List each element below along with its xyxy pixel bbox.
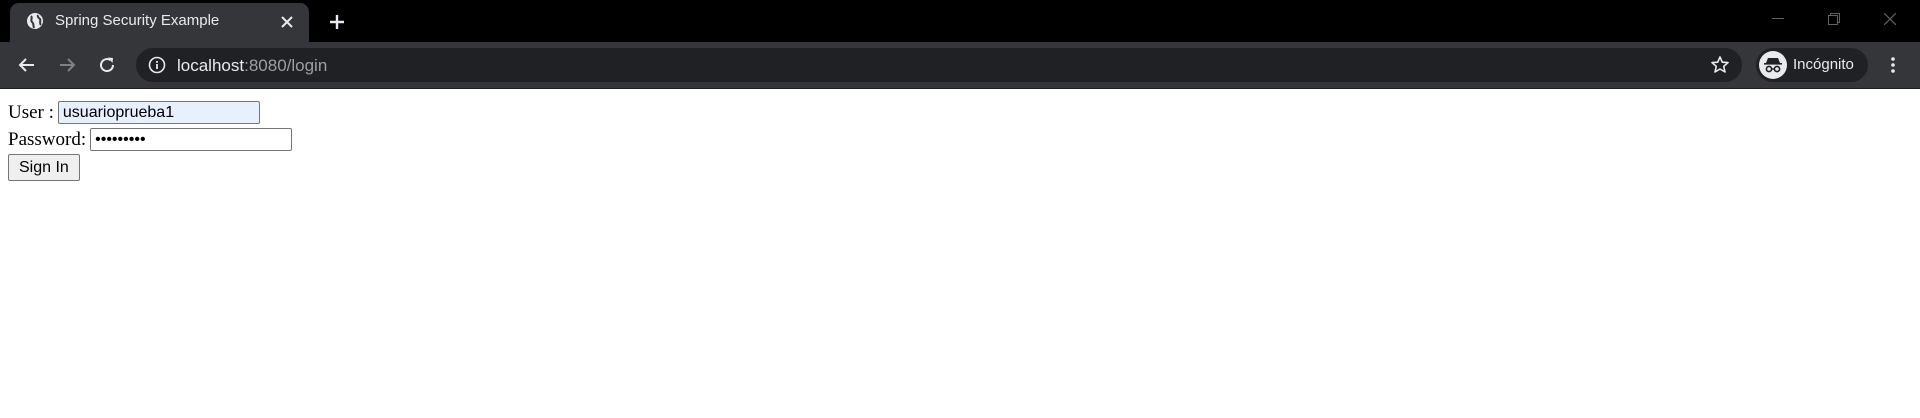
- url-path: :8080/login: [244, 56, 328, 75]
- password-label: Password:: [8, 128, 87, 150]
- close-icon[interactable]: [277, 12, 297, 32]
- forward-arrow-icon[interactable]: [51, 49, 83, 81]
- password-input[interactable]: [90, 128, 293, 151]
- incognito-icon: [1759, 51, 1787, 79]
- profile-label: Incógnito: [1793, 56, 1854, 73]
- info-icon[interactable]: [148, 56, 166, 74]
- back-arrow-icon[interactable]: [11, 49, 43, 81]
- url-host: localhost: [177, 56, 245, 75]
- incognito-profile-button[interactable]: Incógnito: [1756, 48, 1868, 82]
- globe-icon: [26, 12, 44, 30]
- user-input[interactable]: [57, 101, 260, 124]
- browser-tab[interactable]: Spring Security Example: [10, 3, 309, 42]
- submit-row: Sign In: [8, 153, 1912, 181]
- sign-in-button[interactable]: Sign In: [8, 154, 80, 181]
- url-text: localhost:8080/login: [177, 56, 327, 76]
- new-tab-button[interactable]: [324, 9, 350, 35]
- restore-button[interactable]: [1806, 0, 1862, 38]
- browser-toolbar: localhost:8080/login Incógnito: [0, 42, 1920, 89]
- window-close-button[interactable]: [1862, 0, 1918, 38]
- user-label: User :: [8, 101, 54, 123]
- minimize-button[interactable]: [1750, 0, 1806, 38]
- user-row: User :: [8, 99, 1912, 126]
- tab-strip: Spring Security Example: [0, 0, 1920, 42]
- reload-icon[interactable]: [91, 49, 123, 81]
- address-bar[interactable]: localhost:8080/login: [136, 48, 1742, 82]
- tab-title: Spring Security Example: [55, 12, 220, 29]
- page-content: User : Password: Sign In: [0, 89, 1920, 190]
- password-row: Password:: [8, 126, 1912, 153]
- login-form: User : Password: Sign In: [8, 99, 1912, 181]
- bookmark-star-icon[interactable]: [1710, 55, 1730, 75]
- kebab-menu-icon[interactable]: [1880, 49, 1906, 81]
